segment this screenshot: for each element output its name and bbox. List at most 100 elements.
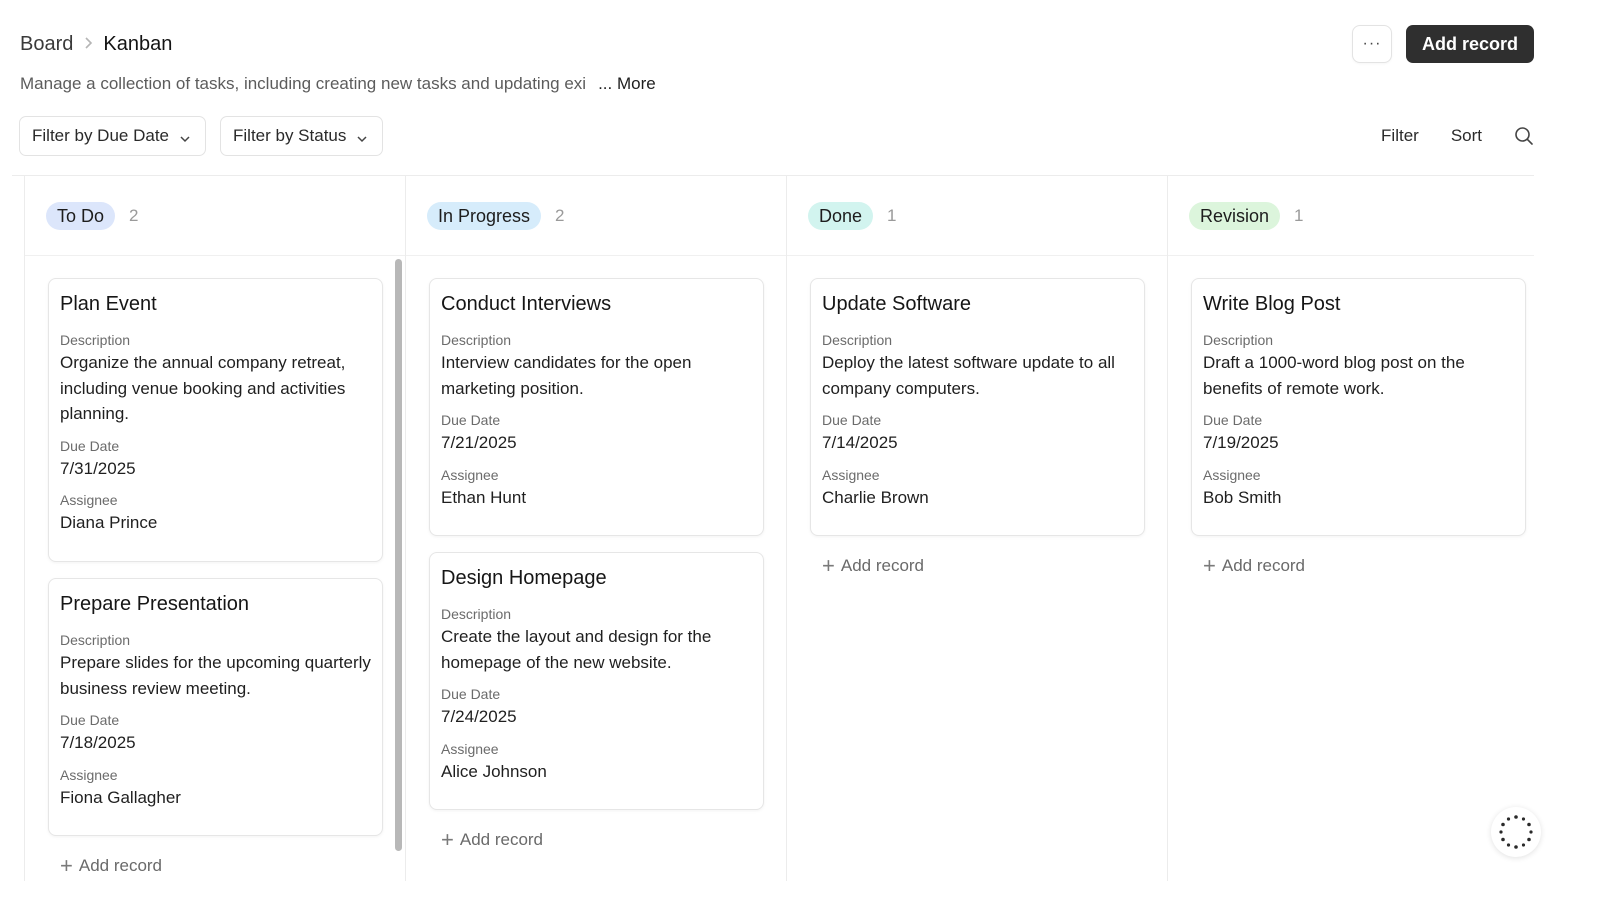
- description-text: Manage a collection of tasks, including …: [20, 74, 587, 93]
- card-due-date: 7/31/2025: [60, 458, 136, 478]
- column-done: Done 1 Update Software Description Deplo…: [786, 176, 1167, 881]
- plus-icon: +: [1203, 553, 1216, 578]
- card-description: Organize the annual company retreat, inc…: [60, 353, 346, 423]
- divider: [406, 255, 786, 256]
- plus-icon: +: [60, 853, 73, 878]
- breadcrumb-current: Kanban: [103, 32, 173, 55]
- card-description: Deploy the latest software update to all…: [822, 353, 1115, 398]
- column-count: 2: [129, 206, 139, 225]
- card-description: Prepare slides for the upcoming quarterl…: [60, 653, 371, 698]
- field-label: Assignee: [60, 492, 118, 508]
- column-scrollbar[interactable]: [395, 259, 402, 851]
- field-label: Description: [441, 606, 512, 622]
- filter-status-label: Filter by Status: [233, 126, 347, 145]
- field-label: Due Date: [822, 412, 882, 428]
- card-description: Draft a 1000-word blog post on the benef…: [1203, 353, 1465, 398]
- add-record-inline-button[interactable]: + Add record: [822, 553, 924, 578]
- filter-due-date-dropdown[interactable]: Filter by Due Date: [19, 116, 206, 156]
- column-header: Revision 1: [1189, 202, 1304, 230]
- spinner-icon: [1499, 815, 1533, 849]
- card-due-date: 7/19/2025: [1203, 433, 1279, 452]
- card-title: Write Blog Post: [1203, 293, 1341, 315]
- field-label: Assignee: [441, 466, 499, 483]
- status-badge-todo: To Do: [46, 202, 116, 230]
- field-label: Due Date: [60, 437, 120, 454]
- field-label: Description: [822, 332, 893, 348]
- add-record-label: Add record: [78, 856, 163, 875]
- filter-dropdowns: Filter by Due Date Filter by Status: [19, 116, 384, 156]
- task-card[interactable]: Update Software Description Deploy the l…: [810, 278, 1145, 536]
- field-label: Description: [1203, 332, 1274, 348]
- breadcrumb-board-link[interactable]: Board: [20, 33, 73, 56]
- filter-button[interactable]: Filter: [1381, 126, 1419, 146]
- card-due-date: 7/14/2025: [822, 433, 898, 452]
- divider: [1168, 255, 1534, 256]
- column-todo: To Do 2 Plan Event Description Organize …: [24, 176, 405, 881]
- card-assignee: Diana Prince: [60, 513, 158, 532]
- field-label: Assignee: [822, 466, 880, 483]
- add-record-label: Add record: [459, 830, 544, 849]
- column-header: To Do 2: [46, 202, 139, 230]
- header-actions: ··· Add record: [1351, 25, 1534, 63]
- column-revision: Revision 1 Write Blog Post Description D…: [1167, 176, 1534, 881]
- page-header: Board Kanban ··· Add record: [20, 24, 1534, 64]
- field-label: Assignee: [60, 766, 118, 783]
- task-card[interactable]: Write Blog Post Description Draft a 1000…: [1191, 278, 1526, 536]
- add-record-inline-button[interactable]: + Add record: [441, 827, 544, 852]
- task-card[interactable]: Design Homepage Description Create the l…: [429, 552, 764, 810]
- field-label: Description: [441, 332, 512, 348]
- chevron-down-icon: [179, 130, 191, 143]
- card-title: Design Homepage: [441, 567, 607, 589]
- loading-spinner-button[interactable]: [1491, 807, 1541, 857]
- filter-status-dropdown[interactable]: Filter by Status: [220, 116, 384, 156]
- description-more-link[interactable]: ... More: [598, 74, 656, 94]
- field-label: Due Date: [1203, 412, 1263, 428]
- card-title: Conduct Interviews: [441, 293, 612, 315]
- card-due-date: 7/24/2025: [441, 707, 517, 726]
- card-assignee: Bob Smith: [1203, 487, 1282, 507]
- add-record-button[interactable]: Add record: [1405, 25, 1534, 63]
- field-label: Due Date: [441, 686, 501, 702]
- chevron-right-icon: [83, 34, 93, 55]
- sort-button[interactable]: Sort: [1451, 126, 1482, 146]
- status-badge-revision: Revision: [1189, 202, 1281, 230]
- breadcrumb: Board Kanban: [20, 33, 172, 56]
- more-options-button[interactable]: ···: [1351, 25, 1392, 63]
- card-description: Interview candidates for the open market…: [441, 353, 692, 398]
- field-label: Due Date: [60, 712, 120, 728]
- card-assignee: Charlie Brown: [822, 487, 929, 507]
- add-record-inline-button[interactable]: + Add record: [60, 853, 163, 878]
- field-label: Description: [60, 332, 131, 348]
- card-assignee: Fiona Gallagher: [60, 787, 181, 807]
- page-description: Manage a collection of tasks, including …: [20, 72, 656, 96]
- card-description: Create the layout and design for the hom…: [441, 627, 712, 672]
- filter-due-date-label: Filter by Due Date: [32, 126, 169, 145]
- status-badge-in-progress: In Progress: [427, 202, 542, 230]
- divider: [787, 255, 1167, 256]
- task-card[interactable]: Prepare Presentation Description Prepare…: [48, 578, 383, 836]
- plus-icon: +: [441, 827, 454, 852]
- column-header: In Progress 2: [427, 202, 565, 230]
- task-card[interactable]: Plan Event Description Organize the annu…: [48, 278, 383, 562]
- filter-bar: Filter by Due Date Filter by Status Filt…: [19, 116, 1534, 156]
- chevron-down-icon: [356, 130, 368, 143]
- card-assignee: Alice Johnson: [441, 761, 547, 781]
- card-title: Plan Event: [60, 293, 157, 315]
- add-record-inline-button[interactable]: + Add record: [1203, 553, 1306, 578]
- column-in-progress: In Progress 2 Conduct Interviews Descrip…: [405, 176, 786, 881]
- kanban-page: Board Kanban ··· Add record Manage a col…: [0, 0, 1600, 916]
- column-header: Done 1: [808, 202, 897, 230]
- task-card[interactable]: Conduct Interviews Description Interview…: [429, 278, 764, 536]
- plus-icon: +: [822, 553, 835, 578]
- divider: [25, 255, 405, 256]
- kanban-board: To Do 2 Plan Event Description Organize …: [12, 175, 1534, 881]
- card-assignee: Ethan Hunt: [441, 487, 527, 507]
- card-due-date: 7/21/2025: [441, 433, 517, 452]
- view-controls: Filter Sort: [1381, 126, 1534, 146]
- field-label: Assignee: [441, 740, 499, 757]
- column-count: 2: [555, 206, 565, 225]
- field-label: Due Date: [441, 412, 501, 428]
- add-record-label: Add record: [1221, 556, 1306, 575]
- search-icon[interactable]: [1514, 126, 1534, 146]
- ellipsis-icon: ···: [1362, 35, 1382, 52]
